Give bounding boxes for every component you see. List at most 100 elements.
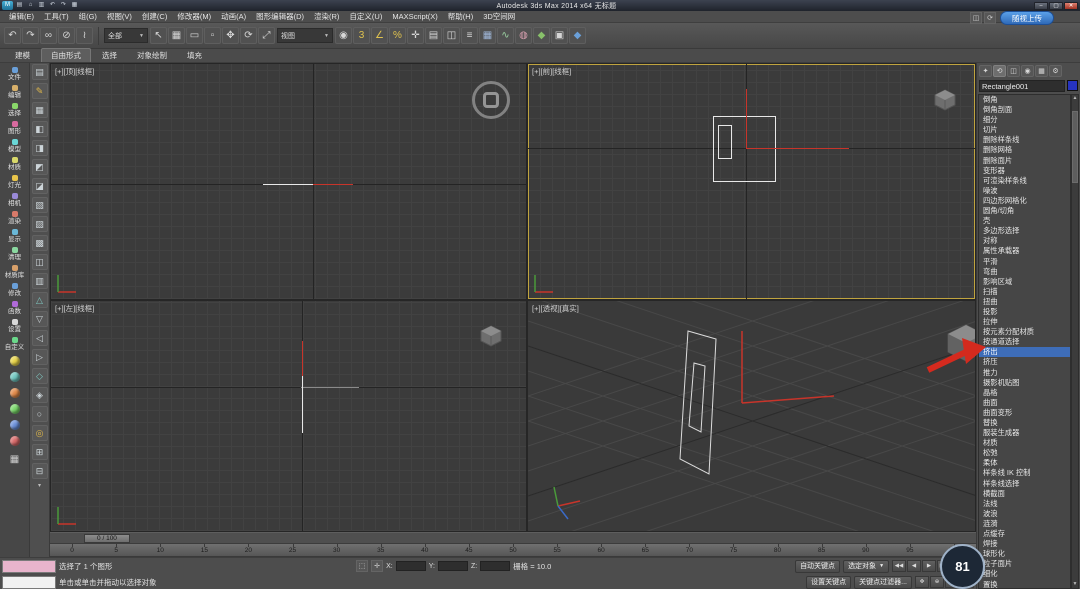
command-panel-tab[interactable]: ✦	[979, 65, 992, 77]
sidebar-item[interactable]: 相机	[8, 191, 21, 209]
menu-item[interactable]: MAXScript(X)	[387, 11, 442, 23]
sidebar-item[interactable]: 函数	[8, 299, 21, 317]
toolbar-icon[interactable]: ◆	[533, 27, 550, 44]
modifier-list-item[interactable]: 倒角	[979, 95, 1070, 105]
toolbar-icon[interactable]: ✥	[222, 27, 239, 44]
modifier-list-item[interactable]: 对称	[979, 236, 1070, 246]
command-panel-tab[interactable]: ⟲	[993, 65, 1006, 77]
modifier-list-item[interactable]: 多边形选择	[979, 226, 1070, 236]
upload-button[interactable]: 随视上传	[1000, 11, 1054, 25]
toolbar-icon[interactable]: ▦	[168, 27, 185, 44]
sidebar-item[interactable]: 修改	[8, 281, 21, 299]
modifier-list-item[interactable]: 柔体	[979, 458, 1070, 468]
modifier-list-item[interactable]: 法线	[979, 499, 1070, 509]
vertical-toolbar-icon[interactable]: ▥	[32, 273, 48, 289]
modifier-list-item[interactable]: 焊接	[979, 539, 1070, 549]
playback-button[interactable]: ▶	[922, 560, 936, 572]
modifier-list-item[interactable]: 涟漪	[979, 519, 1070, 529]
tray-icon[interactable]: ⟳	[984, 12, 996, 24]
menu-item[interactable]: 工具(T)	[39, 11, 74, 23]
object-name-field[interactable]: Rectangle001	[979, 80, 1065, 92]
object-color-swatch[interactable]	[1067, 80, 1078, 91]
modifier-list-item[interactable]: 材质	[979, 438, 1070, 448]
sidebar-item[interactable]: 选择	[8, 101, 21, 119]
vertical-toolbar-icon[interactable]: ◁	[32, 330, 48, 346]
modifier-list-item[interactable]: 扭曲	[979, 297, 1070, 307]
z-coordinate-input[interactable]	[480, 561, 510, 571]
modifier-list-item[interactable]: 按通道选择	[979, 337, 1070, 347]
vertical-toolbar-icon[interactable]: ▤	[32, 64, 48, 80]
view-cube-icon[interactable]	[480, 325, 502, 347]
modifier-list-item[interactable]: 圆角/切角	[979, 206, 1070, 216]
modifier-list-item[interactable]: 细化	[979, 569, 1070, 579]
playback-button[interactable]: ◀◀	[892, 560, 906, 572]
toolbar-icon[interactable]: ▣	[551, 27, 568, 44]
modifier-list-item[interactable]: 点缓存	[979, 529, 1070, 539]
vertical-toolbar-icon[interactable]: ◫	[32, 254, 48, 270]
application-menu-button[interactable]: M	[2, 1, 13, 10]
grid-icon[interactable]: ▦	[10, 454, 19, 465]
auto-key-button[interactable]: 自动关键点	[795, 560, 840, 573]
modifier-list-item[interactable]: 粒子面片	[979, 559, 1070, 569]
quick-access-icon[interactable]: ▥	[37, 1, 46, 10]
toolbar-icon[interactable]: ▦	[479, 27, 496, 44]
sidebar-tool-ball-icon[interactable]	[10, 404, 20, 414]
quick-access-icon[interactable]: ▤	[15, 1, 24, 10]
sidebar-item[interactable]: 材质	[8, 155, 21, 173]
vertical-toolbar-icon[interactable]: ◪	[32, 178, 48, 194]
viewport-top-label[interactable]: [+][顶][线框]	[55, 66, 94, 77]
menu-item[interactable]: 视图(V)	[102, 11, 137, 23]
sidebar-item[interactable]: 材质库	[5, 263, 25, 281]
scroll-up-icon[interactable]: ▲	[1072, 95, 1078, 102]
sidebar-tool-ball-icon[interactable]	[10, 356, 20, 366]
more-tools-icon[interactable]: ▾	[38, 482, 41, 489]
toolbar-icon[interactable]: ⟳	[240, 27, 257, 44]
vertical-toolbar-icon[interactable]: ○	[32, 406, 48, 422]
modifier-list-item[interactable]: 球形化	[979, 549, 1070, 559]
modifier-list-item[interactable]: 样条线 IK 控制	[979, 468, 1070, 478]
track-bar[interactable]: 0 / 100	[50, 532, 976, 544]
modifier-list-item[interactable]: 变形器	[979, 166, 1070, 176]
selected-mode-combo[interactable]: 选定对象 ▼	[843, 560, 889, 573]
modifier-list-item[interactable]: 曲面变形	[979, 408, 1070, 418]
selection-lock-icon[interactable]: ⬚	[356, 560, 368, 572]
vertical-toolbar-icon[interactable]: ▽	[32, 311, 48, 327]
toolbar-icon[interactable]: ▫	[204, 27, 221, 44]
viewport-perspective-label[interactable]: [+][透视][真实]	[532, 303, 579, 314]
sidebar-item[interactable]: 灯光	[8, 173, 21, 191]
quick-access-icon[interactable]: ↶	[48, 1, 57, 10]
toolbar-icon[interactable]: ▤	[425, 27, 442, 44]
menu-item[interactable]: 图形编辑器(D)	[251, 11, 309, 23]
maxscript-mini-listener-white[interactable]	[2, 576, 56, 589]
sidebar-tool-ball-icon[interactable]	[10, 436, 20, 446]
ribbon-tab[interactable]: 对象绘制	[128, 49, 176, 62]
vertical-toolbar-icon[interactable]: ⊟	[32, 463, 48, 479]
key-filters-button[interactable]: 关键点过滤器...	[854, 576, 912, 589]
recorder-overlay-badge[interactable]: 81	[940, 544, 985, 589]
viewport-perspective[interactable]: [+][透视][真实]	[527, 300, 976, 532]
toolbar-icon[interactable]: ≀	[76, 27, 93, 44]
modifier-list-item[interactable]: 晶格	[979, 388, 1070, 398]
toolbar-icon[interactable]: ∞	[40, 27, 57, 44]
sidebar-item[interactable]: 设置	[8, 317, 21, 335]
modifier-list-item[interactable]: 横截面	[979, 489, 1070, 499]
vertical-toolbar-icon[interactable]: ◧	[32, 121, 48, 137]
modifier-list-item[interactable]: 推力	[979, 368, 1070, 378]
x-coordinate-input[interactable]	[396, 561, 426, 571]
vertical-toolbar-icon[interactable]: ▷	[32, 349, 48, 365]
tray-icon[interactable]: ◫	[970, 12, 982, 24]
menu-item[interactable]: 动画(A)	[216, 11, 251, 23]
modifier-list-item[interactable]: 切片	[979, 125, 1070, 135]
selection-filter-combo[interactable]: 全部 ▼	[104, 28, 148, 43]
toolbar-icon[interactable]: ⊘	[58, 27, 75, 44]
toolbar-icon[interactable]: ↖	[150, 27, 167, 44]
modifier-list-item[interactable]: 松弛	[979, 448, 1070, 458]
modifier-list-item[interactable]: 平滑	[979, 257, 1070, 267]
modifier-list-item[interactable]: 置换	[979, 580, 1070, 589]
ribbon-tab[interactable]: 选择	[93, 49, 126, 62]
toolbar-icon[interactable]: ≡	[461, 27, 478, 44]
ribbon-tab[interactable]: 填充	[178, 49, 211, 62]
viewport-nav-button[interactable]: ⊕	[930, 576, 944, 588]
sidebar-tool-ball-icon[interactable]	[10, 388, 20, 398]
toolbar-icon[interactable]: ◆	[569, 27, 586, 44]
